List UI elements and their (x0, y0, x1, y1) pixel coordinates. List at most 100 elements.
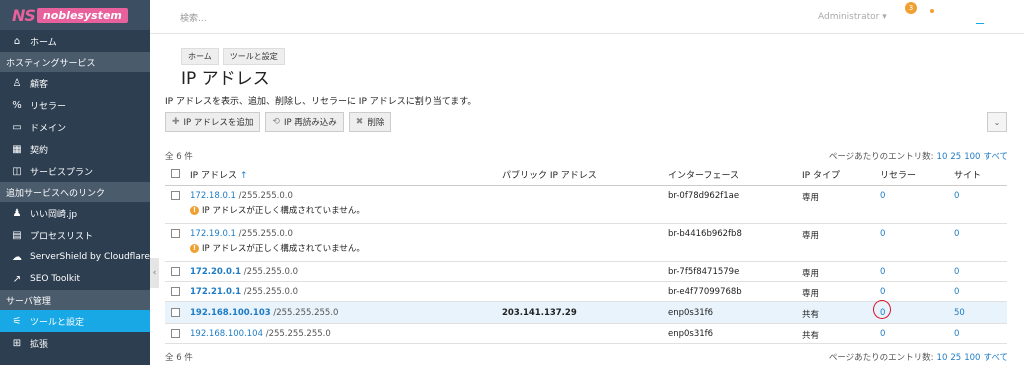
per-page-all-bottom[interactable]: すべて (983, 353, 1008, 363)
per-page-10-bottom[interactable]: 10 (937, 353, 948, 363)
user-icon: ♙ (12, 77, 22, 89)
reseller-count-link[interactable]: 0 (880, 287, 885, 297)
row-checkbox[interactable] (171, 286, 180, 296)
nav-link-process-list[interactable]: ▤ プロセスリスト (0, 224, 150, 246)
ip-type: 共有 (802, 330, 820, 341)
interface: enp0s31f6 (668, 307, 714, 318)
puzzle-icon: ⊞ (12, 337, 22, 349)
header-reseller[interactable]: リセラー (880, 168, 954, 181)
ip-mask: /255.255.255.0 (263, 328, 331, 339)
per-page-100[interactable]: 100 (964, 152, 980, 162)
notification-badge[interactable]: 3 (905, 2, 917, 14)
reseller-count-link[interactable]: 0 (880, 329, 885, 339)
header-interface[interactable]: インターフェース (668, 168, 802, 181)
nav-extensions[interactable]: ⊞ 拡張 (0, 332, 150, 354)
site-count-link[interactable]: 0 (954, 287, 959, 297)
nav-domains[interactable]: ▭ ドメイン (0, 116, 150, 138)
site-count-link[interactable]: 0 (954, 191, 959, 201)
delete-label: 削除 (367, 118, 385, 128)
chevron-down-icon[interactable]: ⌄ (987, 112, 1007, 132)
refresh-icon: ⟲ (272, 117, 280, 127)
ip-link[interactable]: 192.168.100.103 (190, 308, 271, 318)
row-checkbox[interactable] (171, 266, 180, 276)
select-all-checkbox[interactable] (171, 168, 180, 178)
nav-link-servershield[interactable]: ☁ ServerShield by Cloudflare (0, 246, 150, 268)
ip-link[interactable]: 172.19.0.1 (190, 229, 236, 239)
ip-table: IP アドレス ↑ パブリック IP アドレス インターフェース IP タイプ リ… (165, 164, 1007, 344)
row-checkbox[interactable] (171, 328, 180, 338)
home-icon: ⌂ (13, 35, 21, 47)
table-row[interactable]: 192.168.100.104 /255.255.255.0 enp0s31f6 共… (165, 324, 1007, 344)
ip-mask: /255.255.255.0 (270, 307, 339, 318)
brand-logo[interactable]: NS noblesystem (0, 0, 150, 30)
site-count-link[interactable]: 0 (954, 267, 959, 277)
nav-home[interactable]: ⌂ ホーム (0, 30, 150, 52)
per-page-10[interactable]: 10 (937, 152, 948, 162)
public-ip (502, 324, 668, 329)
per-page-bottom: ページあたりのエントリ数: 10 25 100 すべて (829, 351, 1008, 363)
nav-link-okazaki[interactable]: ♟ いい岡崎.jp (0, 202, 150, 224)
reseller-count-link[interactable]: 0 (880, 267, 885, 277)
site-count-link[interactable]: 0 (954, 329, 959, 339)
table-row[interactable]: 172.18.0.1 /255.255.0.0! IP アドレスが正しく構成されて… (165, 186, 1007, 224)
header-type[interactable]: IP タイプ (802, 168, 880, 181)
ip-link[interactable]: 172.21.0.1 (190, 287, 241, 297)
user-menu[interactable]: Administrator ▾ (818, 12, 887, 22)
nav-customers[interactable]: ♙ 顧客 (0, 72, 150, 94)
status-dot-icon (930, 9, 934, 13)
chart-icon: ↗ (12, 273, 22, 285)
ip-link[interactable]: 172.20.0.1 (190, 267, 241, 277)
plus-icon: ✚ (172, 117, 180, 127)
help-icon[interactable] (976, 23, 984, 24)
warning-text: IP アドレスが正しく構成されていません。 (202, 206, 365, 216)
row-checkbox[interactable] (171, 307, 180, 317)
ip-type: 専用 (802, 288, 820, 299)
nav-service-plans[interactable]: ◫ サービスプラン (0, 160, 150, 182)
table-row[interactable]: 192.168.100.103 /255.255.255.0 203.141.13… (165, 300, 1007, 324)
close-icon: ✖ (355, 117, 364, 127)
warning-icon: ! (190, 205, 199, 215)
nav-resellers[interactable]: % リセラー (0, 94, 150, 116)
percent-icon: % (12, 99, 22, 111)
nav-tools-settings[interactable]: ⚟ ツールと設定 (0, 310, 150, 332)
ip-link[interactable]: 172.18.0.1 (190, 191, 236, 201)
reseller-count-link[interactable]: 0 (880, 229, 885, 239)
nav-subscriptions[interactable]: ▦ 契約 (0, 138, 150, 160)
public-ip (502, 282, 668, 287)
ip-link[interactable]: 192.168.100.104 (190, 329, 263, 339)
toolbar: ✚ IP アドレスを追加 ⟲ IP 再読み込み ✖ 削除 (165, 112, 392, 132)
table-row[interactable]: 172.21.0.1 /255.255.0.0 br-e4f77099768b 専用… (165, 282, 1007, 302)
per-page-25[interactable]: 25 (950, 152, 961, 162)
row-checkbox[interactable] (171, 229, 180, 238)
breadcrumb-tools[interactable]: ツールと設定 (222, 48, 285, 65)
sort-arrow-icon[interactable]: ↑ (240, 171, 248, 181)
delete-button[interactable]: ✖ 削除 (348, 112, 392, 132)
site-count-link[interactable]: 50 (954, 308, 965, 318)
per-page-25-bottom[interactable]: 25 (950, 353, 961, 363)
sidebar-collapse-button[interactable]: ‹ (150, 258, 159, 288)
reread-ip-button[interactable]: ⟲ IP 再読み込み (265, 112, 344, 132)
per-page-100-bottom[interactable]: 100 (964, 353, 980, 363)
reseller-count-link[interactable]: 0 (880, 191, 885, 201)
row-checkbox[interactable] (171, 191, 180, 200)
per-page-all[interactable]: すべて (983, 152, 1008, 162)
table-row[interactable]: 172.19.0.1 /255.255.0.0! IP アドレスが正しく構成されて… (165, 224, 1007, 262)
public-ip (502, 224, 668, 229)
interface: enp0s31f6 (668, 328, 714, 339)
ip-type: 共有 (802, 309, 820, 320)
add-ip-button[interactable]: ✚ IP アドレスを追加 (165, 112, 261, 132)
header-public-ip[interactable]: パブリック IP アドレス (502, 168, 668, 181)
config-warning: ! IP アドレスが正しく構成されていません。 (190, 204, 502, 216)
breadcrumb-home[interactable]: ホーム (181, 48, 219, 65)
site-count-link[interactable]: 0 (954, 229, 959, 239)
nav-link-seo-toolkit[interactable]: ↗ SEO Toolkit (0, 268, 150, 290)
page-title: IP アドレス (181, 69, 270, 89)
add-ip-label: IP アドレスを追加 (183, 118, 254, 128)
header-ip[interactable]: IP アドレス (190, 171, 237, 181)
reread-ip-label: IP 再読み込み (283, 118, 337, 128)
table-row[interactable]: 172.20.0.1 /255.255.0.0 br-7f5f8471579e 専用… (165, 262, 1007, 282)
per-page-top: ページあたりのエントリ数: 10 25 100 すべて (829, 150, 1008, 162)
interface: br-b4416b962fb8 (668, 229, 742, 239)
header-site[interactable]: サイト (954, 168, 1007, 181)
search-input[interactable]: 検索... (180, 11, 207, 24)
